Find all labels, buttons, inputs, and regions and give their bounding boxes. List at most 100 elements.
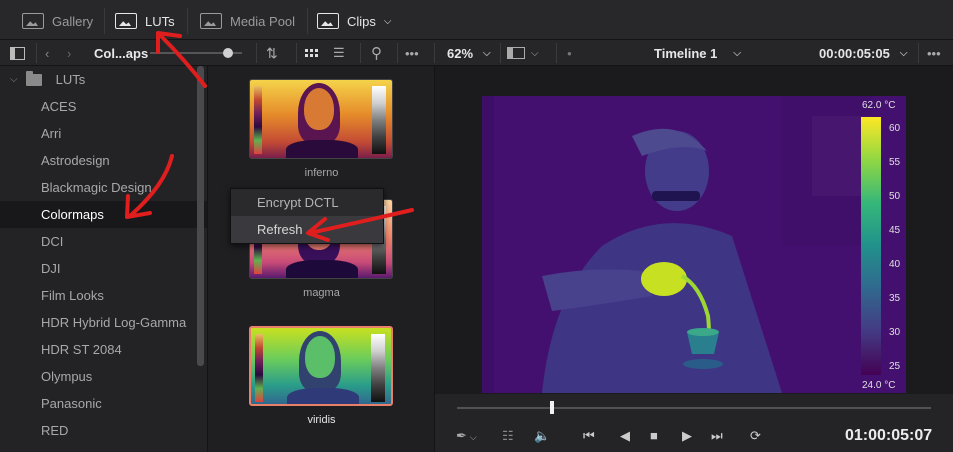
viewer-more-button[interactable]: •••	[927, 40, 941, 66]
picker-tool-button[interactable]: ✒ ⌵	[456, 428, 477, 444]
stop-button[interactable]: ■	[650, 428, 666, 444]
colorbar-max-label: 62.0 °C	[862, 100, 896, 111]
skip-end-icon: ⏭	[711, 428, 723, 443]
toggle-panel-button[interactable]	[10, 40, 25, 66]
folder-item[interactable]: ACES	[0, 93, 207, 120]
media-pool-button[interactable]: Media Pool	[200, 8, 295, 34]
search-button[interactable]: ⚲	[371, 40, 382, 66]
chevron-down-icon: ⌵	[10, 74, 18, 85]
luts-icon	[115, 13, 137, 29]
colorbar-tick-label: 50	[889, 191, 901, 202]
eyedropper-icon: ✒	[456, 428, 467, 443]
sort-button[interactable]: ⇅	[266, 40, 278, 66]
lut-thumbnail-grid: inferno magma viridis	[207, 66, 434, 452]
layers-icon: ☷	[502, 428, 514, 443]
play-reverse-icon: ◀	[620, 428, 630, 443]
lut-folder-tree: ⌵ LUTs ACES Arri Astrodesign Blackmagic Des…	[0, 66, 207, 452]
folder-icon	[25, 70, 42, 86]
lut-thumbnail[interactable]	[249, 326, 393, 406]
split-view-icon	[507, 47, 525, 59]
folder-item[interactable]: Film Looks	[0, 282, 207, 309]
menu-item-encrypt-dctl[interactable]: Encrypt DCTL	[231, 189, 383, 216]
forward-button[interactable]: ›	[67, 40, 71, 66]
folder-item[interactable]: DJI	[0, 255, 207, 282]
lut-thumbnail-label: viridis	[307, 414, 336, 426]
folder-item[interactable]: Olympus	[0, 363, 207, 390]
viewer-timecode: 00:00:05:05	[819, 45, 890, 61]
more-options-button[interactable]: •••	[405, 40, 419, 66]
go-to-start-button[interactable]: ⏮	[583, 428, 599, 444]
timeline-name: Timeline 1	[654, 45, 718, 61]
zoom-dropdown[interactable]: 62% ⌵	[447, 40, 491, 66]
timeline-dropdown[interactable]: Timeline 1 ⌵	[654, 40, 741, 66]
sidebar-toggle-icon	[10, 46, 25, 60]
colorbar-tick-label: 55	[889, 157, 901, 168]
list-view-button[interactable]: ☰	[333, 40, 345, 66]
media-pool-icon	[200, 13, 222, 29]
folder-item[interactable]: DCI	[0, 228, 207, 255]
colorbar-tick-label: 30	[889, 327, 901, 338]
transport-timecode: 01:00:05:07	[845, 427, 933, 444]
lut-root-folder[interactable]: ⌵ LUTs	[0, 66, 207, 93]
colorbar-tick-label: 60	[889, 123, 901, 134]
play-button[interactable]: ▶	[682, 428, 698, 444]
top-toolbar: Gallery LUTs Media Pool Clips ⌵	[0, 0, 953, 40]
clips-label: Clips	[347, 13, 376, 29]
folder-item[interactable]: Astrodesign	[0, 147, 207, 174]
loop-button[interactable]: ⟳	[750, 428, 766, 444]
luts-button[interactable]: LUTs	[115, 8, 175, 34]
folder-item[interactable]: Panasonic	[0, 390, 207, 417]
playhead[interactable]	[549, 401, 554, 414]
grid-icon	[305, 49, 318, 57]
stop-icon: ■	[650, 428, 658, 443]
zoom-value: 62%	[447, 45, 474, 61]
path-label: Col...aps	[94, 45, 149, 61]
gallery-button[interactable]: Gallery	[22, 8, 93, 34]
folder-item[interactable]: HDR Hybrid Log-Gamma	[0, 309, 207, 336]
folder-item[interactable]: RED	[0, 417, 207, 444]
colorbar-min-label: 24.0 °C	[862, 380, 896, 391]
temperature-colorbar	[861, 117, 881, 375]
context-menu: Encrypt DCTL Refresh	[230, 188, 384, 244]
colorbar-tick-label: 45	[889, 225, 901, 236]
list-icon: ☰	[333, 45, 345, 60]
gallery-label: Gallery	[52, 13, 94, 29]
search-icon: ⚲	[371, 45, 382, 62]
viewer-mode-dropdown[interactable]: ⌵	[507, 40, 539, 66]
go-to-end-button[interactable]: ⏭	[711, 428, 727, 444]
speaker-icon: 🔈	[534, 428, 551, 443]
play-reverse-button[interactable]: ◀	[620, 428, 636, 444]
video-frame[interactable]	[482, 96, 906, 393]
folder-item[interactable]: Colormaps	[0, 201, 207, 228]
loop-icon: ⟳	[750, 428, 761, 443]
lut-thumbnail-label: inferno	[304, 167, 339, 179]
more-icon: •••	[927, 45, 941, 61]
lut-root-label: LUTs	[55, 72, 86, 87]
chevron-down-icon: ⌵	[733, 47, 741, 59]
lut-thumbnail-label: magma	[303, 287, 340, 299]
timecode-dropdown[interactable]: 00:00:05:05 ⌵	[819, 40, 907, 66]
folder-item[interactable]: Arri	[0, 120, 207, 147]
colorbar-tick-label: 25	[889, 361, 901, 372]
luts-label: LUTs	[145, 13, 175, 29]
thumbnail-size-slider[interactable]	[150, 40, 242, 66]
colorbar-tick-label: 35	[889, 293, 901, 304]
grid-view-button[interactable]	[305, 40, 318, 66]
layers-button[interactable]: ☷	[502, 428, 518, 444]
folder-item[interactable]: Blackmagic Design	[0, 174, 207, 201]
scrubber-track[interactable]	[457, 407, 931, 409]
menu-item-refresh[interactable]: Refresh	[231, 216, 383, 243]
chevron-down-icon: ⌵	[531, 47, 539, 59]
audio-button[interactable]: 🔈	[534, 428, 550, 444]
back-button[interactable]: ‹	[45, 40, 49, 66]
thermal-image	[482, 96, 906, 393]
more-icon: •••	[405, 45, 419, 61]
chevron-down-icon: ⌵	[383, 15, 392, 27]
chevron-down-icon: ⌵	[469, 432, 477, 442]
clips-button[interactable]: Clips ⌵	[317, 8, 392, 34]
skip-start-icon: ⏮	[583, 428, 595, 443]
lut-thumbnail[interactable]	[249, 79, 393, 159]
folder-item[interactable]: HDR ST 2084	[0, 336, 207, 363]
folder-tree-scrollbar[interactable]	[197, 66, 204, 366]
chevron-left-icon: ‹	[45, 45, 50, 61]
